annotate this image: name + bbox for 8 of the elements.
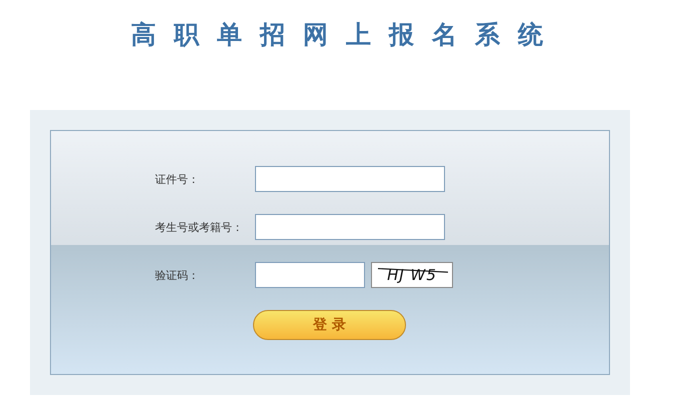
text-input[interactable] — [255, 214, 445, 240]
field-label: 证件号： — [155, 172, 200, 186]
captcha-image[interactable]: HJ W5 — [371, 262, 453, 288]
text-input[interactable] — [255, 166, 445, 192]
field-label: 验证码： — [155, 268, 200, 282]
page-title: 高职单招网上报名系统 — [130, 19, 562, 51]
field-label: 考生号或考籍号： — [155, 220, 244, 234]
captcha-input[interactable] — [255, 262, 365, 288]
